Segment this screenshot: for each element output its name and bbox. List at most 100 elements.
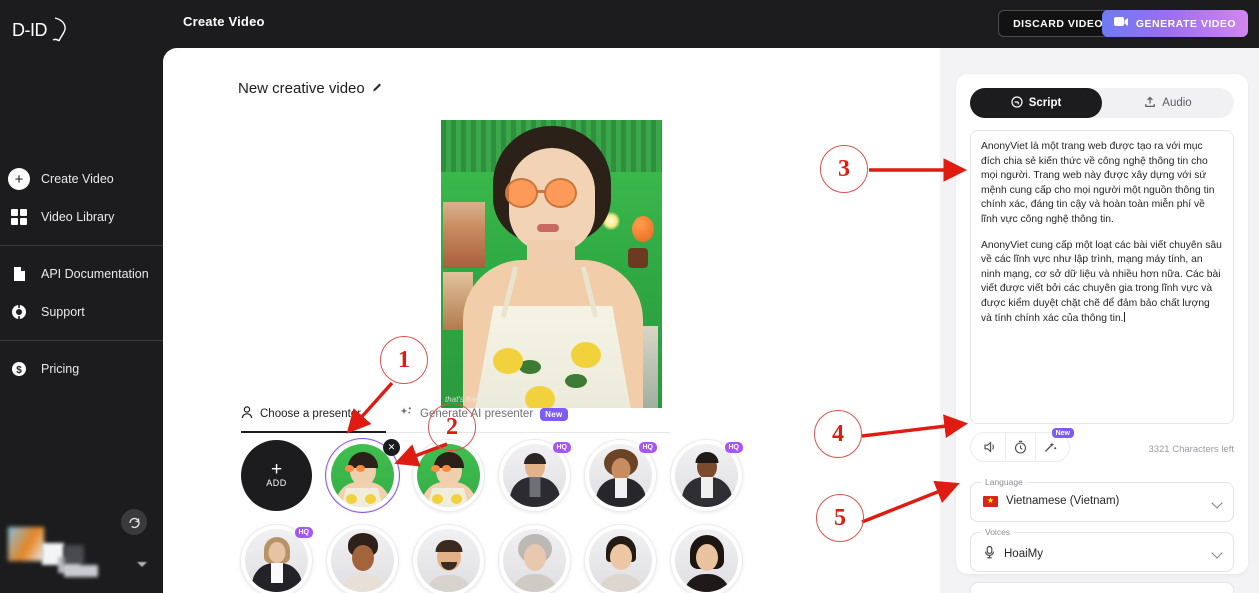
avatar <box>331 529 394 592</box>
tab-label: Choose a presenter <box>260 408 362 420</box>
video-camera-icon <box>1113 16 1129 31</box>
tab-script[interactable]: Script <box>970 88 1102 118</box>
preview-decor <box>628 248 648 268</box>
tab-label: Audio <box>1162 97 1192 109</box>
status-badge: HQ <box>638 442 657 453</box>
characters-left-label: 3321 Characters left <box>1148 444 1234 455</box>
avatar <box>589 444 652 507</box>
did-logo[interactable]: D-ID <box>10 14 80 44</box>
account-area[interactable] <box>0 521 163 593</box>
sidebar-item-create-video[interactable]: + Create Video <box>0 160 163 198</box>
presenter-avatar[interactable] <box>671 525 742 593</box>
language-select[interactable]: Language Vietnamese (Vietnam) <box>970 477 1234 522</box>
close-icon: ✕ <box>387 442 396 452</box>
generate-video-button[interactable]: GENERATE VIDEO <box>1101 10 1248 37</box>
video-preview[interactable]: that's friendly <box>441 120 662 408</box>
sidebar-item-video-library[interactable]: Video Library <box>0 198 163 236</box>
language-label: Language <box>981 477 1027 487</box>
preview-dress-pattern <box>525 386 555 408</box>
avatar <box>245 529 308 592</box>
sunglasses-icon <box>505 178 538 208</box>
right-panel: Script Audio AnonyViet là một trang web … <box>940 48 1259 593</box>
presenter-avatar[interactable]: HQ <box>241 525 313 593</box>
tab-generate-ai-presenter[interactable]: Generate AI presenter New <box>400 406 568 429</box>
presenter-avatar[interactable] <box>327 525 398 593</box>
video-title[interactable]: New creative video <box>238 80 383 97</box>
remove-presenter-button[interactable]: ✕ <box>383 439 400 456</box>
presenter-avatar[interactable] <box>413 525 484 593</box>
topbar: Create Video DISCARD VIDEO GENERATE VIDE… <box>163 0 1259 48</box>
presenter-avatar[interactable]: HQ <box>671 440 743 511</box>
avatar <box>8 527 44 561</box>
presenter-avatar[interactable] <box>499 525 570 593</box>
script-input[interactable]: AnonyViet là một trang web được tạo ra v… <box>970 130 1234 424</box>
sidebar-item-label: Support <box>41 305 85 319</box>
add-presenter-label: ADD <box>266 478 287 488</box>
tab-audio[interactable]: Audio <box>1102 88 1234 118</box>
voices-select[interactable]: Voices HoaiMy <box>970 527 1234 572</box>
presenter-avatar[interactable]: HQ <box>499 440 571 511</box>
sidebar-item-label: Create Video <box>41 172 114 186</box>
discard-video-button[interactable]: DISCARD VIDEO <box>998 10 1118 37</box>
document-icon <box>8 263 30 285</box>
video-title-text: New creative video <box>238 80 365 97</box>
sidebar-nav: + Create Video Video Library API Documen… <box>0 160 163 388</box>
presenter-avatar[interactable] <box>585 525 656 593</box>
script-toolbar: New 3321 Characters left <box>970 428 1234 466</box>
avatar <box>675 444 738 507</box>
script-paragraph: AnonyViet là một trang web được tạo ra v… <box>981 141 1215 225</box>
status-badge: New <box>1051 428 1074 438</box>
preview-dress-pattern <box>493 348 523 374</box>
avatar <box>589 529 652 592</box>
account-decor <box>64 545 84 565</box>
chevron-down-icon[interactable] <box>1211 547 1223 559</box>
avatar <box>417 444 480 507</box>
sparkle-icon <box>400 406 413 422</box>
plus-circle-icon: + <box>8 168 30 190</box>
tab-active-underline <box>241 431 386 433</box>
status-badge: HQ <box>552 442 571 453</box>
presenter-row: + ADD ✕ HQ HQ HQ <box>241 439 941 511</box>
status-badge: HQ <box>724 442 743 453</box>
tab-label: Script <box>1028 97 1062 109</box>
presenter-gallery: + ADD ✕ HQ HQ HQ HQ <box>241 439 941 593</box>
app-root: D-ID + Create Video Video Library API Do… <box>0 0 1259 593</box>
presenter-tabs: Choose a presenter Generate AI presenter… <box>241 406 671 433</box>
chevron-down-icon[interactable] <box>137 562 147 567</box>
add-presenter-button[interactable]: + ADD <box>241 440 312 511</box>
preview-person-lips <box>537 224 559 232</box>
timer-icon[interactable] <box>1005 433 1035 461</box>
account-name-blurred <box>64 565 98 577</box>
speaker-icon[interactable] <box>975 433 1005 461</box>
pencil-icon[interactable] <box>372 82 383 96</box>
sidebar-item-support[interactable]: Support <box>0 293 163 331</box>
sidebar-item-label: API Documentation <box>41 267 149 281</box>
tab-choose-a-presenter[interactable]: Choose a presenter <box>241 406 386 429</box>
preview-decor <box>632 216 654 242</box>
script-card: Script Audio AnonyViet là một trang web … <box>956 74 1248 593</box>
sidebar-item-pricing[interactable]: $ Pricing <box>0 350 163 388</box>
presenter-avatar-selected[interactable]: ✕ <box>327 439 400 511</box>
sunglasses-bridge <box>537 190 546 193</box>
preview-poster <box>443 202 485 268</box>
magic-wand-icon[interactable]: New <box>1035 428 1074 461</box>
voices-value: HoaiMy <box>1004 547 1043 560</box>
sidebar-item-label: Video Library <box>41 210 115 224</box>
preview-dress-pattern <box>571 342 601 368</box>
sidebar-item-label: Pricing <box>41 362 80 376</box>
status-badge: New <box>540 407 568 421</box>
dollar-circle-icon: $ <box>8 358 30 380</box>
sidebar-item-api-documentation[interactable]: API Documentation <box>0 255 163 293</box>
presenter-avatar[interactable]: HQ <box>585 440 657 511</box>
avatar <box>417 529 480 592</box>
presenter-avatar[interactable] <box>413 440 484 511</box>
tab-label: Generate AI presenter <box>420 408 534 420</box>
sidebar-divider <box>0 245 163 246</box>
chevron-down-icon[interactable] <box>1211 497 1223 509</box>
script-paragraph: AnonyViet cung cấp một loạt các bài viết… <box>981 239 1222 324</box>
svg-text:D-ID: D-ID <box>12 20 47 40</box>
script-icon <box>1011 95 1023 111</box>
avatar <box>503 529 566 592</box>
styles-select[interactable]: Styles <box>970 582 1234 593</box>
preview-watermark: that's friendly <box>445 395 492 404</box>
